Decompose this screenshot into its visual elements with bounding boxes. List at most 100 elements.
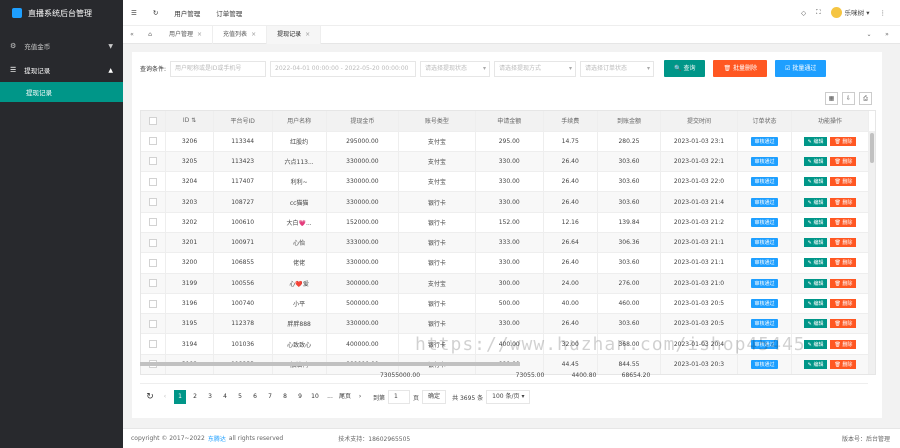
table-row[interactable]: 3206 113344 红股约 295000.00 支付宝 295.00 14.75 280.…: [141, 131, 869, 152]
top-menu-orders[interactable]: 订单管理: [208, 8, 250, 18]
row-checkbox[interactable]: [141, 333, 167, 355]
edit-button[interactable]: ✎ 编辑: [803, 319, 828, 329]
edit-button[interactable]: ✎ 编辑: [803, 278, 828, 288]
tab-users[interactable]: 用户管理 ×: [159, 25, 214, 44]
prev-page-icon[interactable]: ‹: [159, 390, 171, 404]
more-icon[interactable]: ⋮: [880, 9, 887, 17]
delete-button[interactable]: 🗑 删除: [830, 177, 857, 187]
row-checkbox[interactable]: [141, 313, 167, 335]
tag-icon[interactable]: ◇: [801, 9, 806, 17]
page-button[interactable]: 9: [294, 390, 306, 404]
delete-button[interactable]: 🗑 删除: [830, 136, 857, 146]
tab-recharge[interactable]: 充值列表 ×: [213, 25, 268, 44]
close-icon[interactable]: ×: [251, 31, 256, 38]
row-checkbox[interactable]: [141, 252, 167, 274]
edit-button[interactable]: ✎ 编辑: [803, 238, 828, 248]
refresh-table-icon[interactable]: ↻: [144, 390, 156, 404]
fullscreen-icon[interactable]: ⛶: [816, 8, 821, 17]
status-badge[interactable]: 审核通过: [751, 258, 778, 268]
method-select[interactable]: 请选择提现方式: [494, 60, 577, 77]
table-row[interactable]: 3196 100740 小平 500000.00 银行卡 500.00 40.00 460.0…: [141, 293, 869, 315]
user-search-input[interactable]: 用户昵称或是ID或手机号: [170, 60, 267, 77]
edit-button[interactable]: ✎ 编辑: [803, 339, 828, 349]
status-badge[interactable]: 审核通过: [751, 278, 778, 288]
row-checkbox[interactable]: [141, 171, 167, 193]
search-button[interactable]: 🔍 查询: [664, 60, 706, 77]
company-link[interactable]: 东腾达: [208, 434, 226, 443]
last-page-button[interactable]: 尾页: [339, 390, 351, 404]
page-size-select[interactable]: 100 条/页 ▾: [486, 390, 531, 404]
vertical-scrollbar[interactable]: [869, 131, 875, 374]
delete-button[interactable]: 🗑 删除: [830, 299, 857, 309]
row-checkbox[interactable]: [141, 212, 167, 233]
goto-confirm-button[interactable]: 确定: [422, 390, 447, 404]
page-button[interactable]: 8: [279, 390, 291, 404]
table-row[interactable]: 3202 100610 大白💗... 152000.00 银行卡 152.00 12.16 1…: [141, 212, 869, 233]
table-row[interactable]: 3205 113423 六点113... 330000.00 支付宝 330.00 26.4…: [141, 151, 869, 173]
close-icon[interactable]: ×: [197, 31, 202, 38]
delete-button[interactable]: 🗑 删除: [830, 217, 857, 227]
row-checkbox[interactable]: [141, 151, 167, 173]
page-button[interactable]: 6: [249, 390, 261, 404]
export-icon[interactable]: ⇩: [842, 92, 855, 105]
table-row[interactable]: 3195 112378 胖胖888 330000.00 银行卡 330.00 26.40 30…: [141, 313, 869, 335]
table-row[interactable]: 3201 100971 心怡 333000.00 银行卡 333.00 26.64 306.3…: [141, 232, 869, 254]
row-checkbox[interactable]: [141, 273, 167, 294]
status-badge[interactable]: 审核通过: [751, 319, 778, 329]
row-checkbox[interactable]: [141, 293, 167, 315]
edit-button[interactable]: ✎ 编辑: [803, 136, 828, 146]
sidebar-item-recharge[interactable]: ⚙ 充值金币 ▼: [0, 34, 123, 58]
edit-button[interactable]: ✎ 编辑: [803, 177, 828, 187]
batch-approve-button[interactable]: ☑ 批量通过: [775, 60, 827, 77]
status-badge[interactable]: 审核通过: [751, 217, 778, 227]
delete-button[interactable]: 🗑 删除: [830, 197, 857, 207]
page-input[interactable]: 1: [388, 390, 411, 404]
table-row[interactable]: 3203 108727 cc猫猫 330000.00 银行卡 330.00 26.40 303…: [141, 191, 869, 213]
page-button[interactable]: 7: [264, 390, 276, 404]
status-badge[interactable]: 审核通过: [751, 156, 778, 166]
top-menu-users[interactable]: 用户管理: [166, 8, 208, 18]
delete-button[interactable]: 🗑 删除: [830, 278, 857, 288]
tab-withdraw[interactable]: 提现记录 ×: [267, 25, 322, 44]
status-badge[interactable]: 审核通过: [751, 299, 778, 309]
print-icon[interactable]: ⎙: [859, 92, 872, 105]
table-row[interactable]: 3204 117407 利利~ 330000.00 支付宝 330.00 26.40 303.…: [141, 171, 869, 193]
select-all-checkbox[interactable]: [141, 111, 167, 132]
delete-button[interactable]: 🗑 删除: [830, 319, 857, 329]
delete-button[interactable]: 🗑 删除: [830, 258, 857, 268]
sidebar-subitem-withdraw-records[interactable]: 提现记录: [0, 82, 123, 102]
date-range-input[interactable]: 2022-04-01 00:00:00 - 2022-05-20 00:00:0…: [270, 60, 417, 77]
sidebar-item-withdraw[interactable]: ☰ 提现记录 ▲: [0, 58, 123, 82]
page-button[interactable]: 2: [189, 390, 201, 404]
page-button[interactable]: 1: [174, 390, 186, 404]
next-page-icon[interactable]: ›: [354, 390, 366, 404]
row-checkbox[interactable]: [141, 191, 167, 213]
delete-button[interactable]: 🗑 删除: [830, 238, 857, 248]
page-button[interactable]: 4: [219, 390, 231, 404]
close-icon[interactable]: ×: [305, 31, 310, 38]
status-badge[interactable]: 审核通过: [751, 238, 778, 248]
edit-button[interactable]: ✎ 编辑: [803, 258, 828, 268]
user-menu[interactable]: 乐咪树 ▾: [830, 7, 870, 19]
status-badge[interactable]: 审核通过: [751, 136, 778, 146]
tabs-prev-icon[interactable]: «: [123, 31, 141, 38]
horizontal-scrollbar[interactable]: [140, 362, 520, 366]
tabs-next-icon[interactable]: »: [878, 31, 896, 38]
columns-icon[interactable]: ▦: [825, 92, 838, 105]
edit-button[interactable]: ✎ 编辑: [803, 217, 828, 227]
edit-button[interactable]: ✎ 编辑: [803, 299, 828, 309]
edit-button[interactable]: ✎ 编辑: [803, 156, 828, 166]
sort-icon[interactable]: ⇅: [191, 117, 196, 124]
refresh-icon[interactable]: ↻: [145, 9, 166, 17]
page-button[interactable]: 5: [234, 390, 246, 404]
delete-button[interactable]: 🗑 删除: [830, 339, 857, 349]
tabs-dropdown-icon[interactable]: ⌄: [860, 31, 878, 38]
page-button[interactable]: 10: [309, 390, 321, 404]
row-checkbox[interactable]: [141, 232, 167, 254]
order-status-select[interactable]: 请选择订单状态: [580, 60, 655, 77]
menu-toggle-icon[interactable]: ☰: [123, 9, 145, 17]
col-id[interactable]: ID ⇅: [165, 111, 214, 132]
table-row[interactable]: 3199 100556 心❤️爱 300000.00 支付宝 300.00 24.00 276…: [141, 273, 869, 294]
status-select[interactable]: 请选择提现状态: [420, 60, 491, 77]
status-badge[interactable]: 审核通过: [751, 177, 778, 187]
